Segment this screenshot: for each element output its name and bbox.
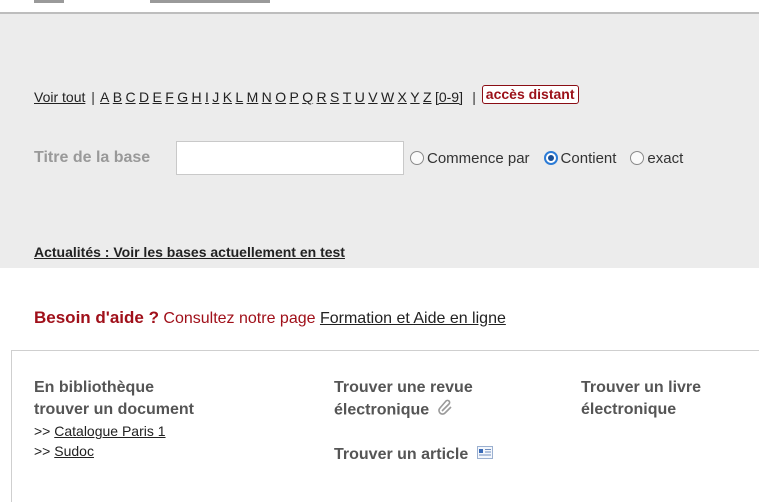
sudoc-link[interactable]: Sudoc xyxy=(54,443,94,459)
letter-list: A B C D E F G H I J K L M N O P Q R S T U V W X Y Z [0-9] xyxy=(100,89,466,105)
column-bibliotheque: En bibliothèque trouver un document >> C… xyxy=(34,377,194,461)
voir-tout-link[interactable]: Voir tout xyxy=(34,89,85,105)
letter-link[interactable]: I xyxy=(205,89,209,105)
article-row[interactable]: Trouver un article xyxy=(334,444,493,466)
letter-link[interactable]: U xyxy=(355,89,365,105)
column-livre: Trouver un livre électronique xyxy=(581,377,701,421)
help-text: Consultez notre page xyxy=(163,310,316,327)
radio-label: exact xyxy=(647,149,684,167)
alphabet-nav: Voir tout | A B C D E F G H I J K L M N O P Q R S T U V W X Y Z [0… xyxy=(34,85,734,107)
letter-link[interactable]: C xyxy=(126,89,136,105)
letter-link[interactable]: O xyxy=(275,89,286,105)
letter-link[interactable]: D xyxy=(139,89,149,105)
catalogue-link[interactable]: Catalogue Paris 1 xyxy=(54,423,165,439)
help-line: Besoin d'aide ? Consultez notre page For… xyxy=(34,308,506,328)
match-mode-group: Commence par Contient exact xyxy=(410,150,697,167)
letter-link[interactable]: E xyxy=(153,89,162,105)
column-title[interactable]: Trouver une revue xyxy=(334,377,493,399)
radio-button[interactable] xyxy=(410,151,424,165)
column-title: En bibliothèque xyxy=(34,379,154,396)
radio-label: Contient xyxy=(560,149,617,167)
radio-button[interactable] xyxy=(630,151,645,165)
letter-link[interactable]: V xyxy=(368,89,377,105)
radio-contient[interactable]: Contient xyxy=(543,149,617,167)
letter-link[interactable]: A xyxy=(100,89,109,105)
separator: | xyxy=(472,89,476,105)
letter-link[interactable]: X xyxy=(398,89,407,105)
help-link[interactable]: Formation et Aide en ligne xyxy=(320,310,506,327)
column-title: électronique xyxy=(334,401,430,419)
letter-link[interactable]: H xyxy=(192,89,202,105)
column-title-line2[interactable]: électronique xyxy=(334,399,493,422)
top-header-sliver xyxy=(0,0,759,12)
letter-link[interactable]: R xyxy=(316,89,326,105)
header-text-fragment xyxy=(150,0,270,3)
radio-exact[interactable]: exact xyxy=(630,150,683,167)
help-heading: Besoin d'aide ? xyxy=(34,308,159,327)
letter-link[interactable]: P xyxy=(289,89,298,105)
paperclip-icon xyxy=(437,399,454,422)
radio-label: Commence par xyxy=(427,149,530,167)
radio-button-selected[interactable] xyxy=(543,151,558,165)
letter-link[interactable]: F xyxy=(165,89,174,105)
letter-link[interactable]: N xyxy=(262,89,272,105)
letter-link[interactable]: L xyxy=(235,89,243,105)
letter-link[interactable]: [0-9] xyxy=(435,89,463,105)
news-link[interactable]: Actualités : Voir les bases actuellement… xyxy=(34,244,345,260)
letter-link[interactable]: Z xyxy=(423,89,432,105)
article-label: Trouver un article xyxy=(334,446,469,464)
search-label: Titre de la base xyxy=(34,149,151,166)
letter-link[interactable]: W xyxy=(381,89,394,105)
letter-link[interactable]: S xyxy=(330,89,339,105)
search-row: Titre de la base Commence par Contient e… xyxy=(34,138,697,178)
link-prefix: >> xyxy=(34,443,51,459)
letter-link[interactable]: T xyxy=(343,89,352,105)
letter-link[interactable]: Q xyxy=(302,89,313,105)
article-icon xyxy=(476,444,493,466)
column-title[interactable]: électronique xyxy=(581,399,701,421)
resources-box: En bibliothèque trouver un document >> C… xyxy=(11,350,759,502)
separator: | xyxy=(91,89,95,105)
acces-distant-button[interactable]: accès distant xyxy=(481,85,579,104)
letter-link[interactable]: B xyxy=(113,89,122,105)
search-input[interactable] xyxy=(176,141,404,175)
header-text-fragment xyxy=(34,0,64,3)
letter-link[interactable]: K xyxy=(223,89,232,105)
radio-commence-par[interactable]: Commence par xyxy=(410,150,530,167)
letter-link[interactable]: M xyxy=(247,89,259,105)
column-revue: Trouver une revue électronique Trouver u… xyxy=(334,377,493,466)
link-item: >> Catalogue Paris 1 xyxy=(34,421,194,441)
letter-link[interactable]: Y xyxy=(410,89,419,105)
link-prefix: >> xyxy=(34,423,51,439)
column-title: trouver un document xyxy=(34,401,195,418)
letter-link[interactable]: G xyxy=(177,89,188,105)
link-item: >> Sudoc xyxy=(34,441,194,461)
letter-link[interactable]: J xyxy=(212,89,219,105)
column-title[interactable]: Trouver un livre xyxy=(581,377,701,399)
